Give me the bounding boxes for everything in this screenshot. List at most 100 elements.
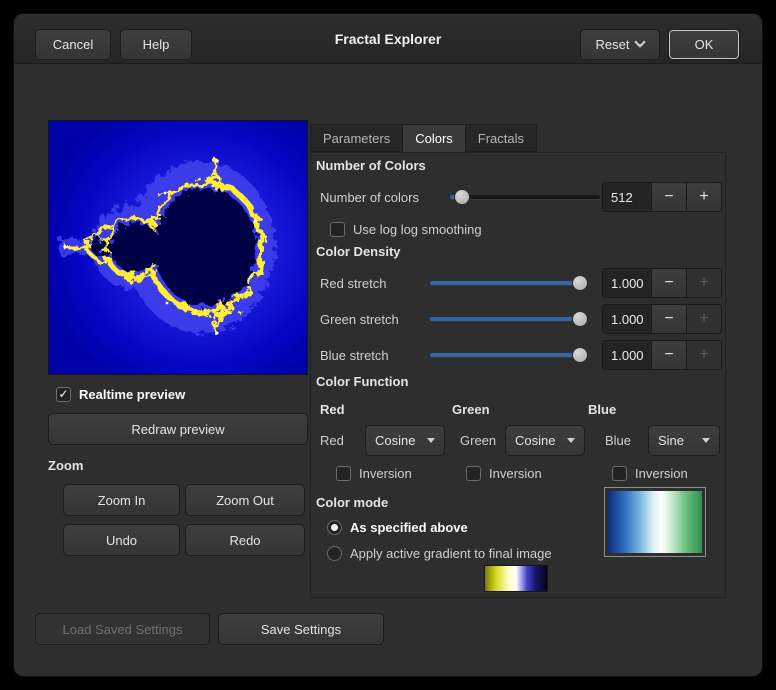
tab-parameters[interactable]: Parameters bbox=[310, 124, 403, 152]
load-saved-settings-button: Load Saved Settings bbox=[35, 613, 210, 645]
redo-button[interactable]: Redo bbox=[185, 524, 305, 556]
tab-bar: Parameters Colors Fractals bbox=[310, 124, 536, 152]
zoom-section-heading: Zoom bbox=[48, 458, 83, 473]
checkbox-icon: ✓ bbox=[466, 466, 481, 481]
gradient-preview-frame bbox=[604, 487, 706, 557]
color-mode-heading: Color mode bbox=[316, 495, 388, 510]
cancel-button-label: Cancel bbox=[53, 37, 93, 52]
zoom-out-button[interactable]: Zoom Out bbox=[185, 484, 305, 516]
number-of-colors-label: Number of colors bbox=[320, 182, 419, 212]
tab-fractals-label: Fractals bbox=[478, 131, 524, 146]
as-specified-radio[interactable]: As specified above bbox=[327, 518, 468, 536]
red-inversion-checkbox[interactable]: ✓ Inversion bbox=[336, 464, 412, 482]
tab-fractals[interactable]: Fractals bbox=[465, 124, 537, 152]
blue-inversion-label: Inversion bbox=[635, 466, 688, 481]
log-smoothing-checkbox[interactable]: ✓ Use log log smoothing bbox=[330, 220, 482, 238]
green-stretch-spinner: 1.000 − + bbox=[602, 304, 722, 334]
radio-icon bbox=[327, 520, 342, 535]
help-button[interactable]: Help bbox=[120, 29, 192, 60]
redraw-preview-label: Redraw preview bbox=[131, 422, 224, 437]
tab-parameters-label: Parameters bbox=[323, 131, 390, 146]
green-inversion-checkbox[interactable]: ✓ Inversion bbox=[466, 464, 542, 482]
number-of-colors-slider[interactable] bbox=[450, 182, 600, 212]
green-stretch-slider[interactable] bbox=[430, 304, 588, 334]
red-function-value: Cosine bbox=[375, 433, 415, 448]
undo-label: Undo bbox=[106, 533, 137, 548]
blue-stretch-label: Blue stretch bbox=[320, 340, 389, 370]
red-stretch-label: Red stretch bbox=[320, 268, 386, 298]
number-of-colors-value[interactable]: 512 bbox=[602, 182, 652, 212]
apply-gradient-radio[interactable]: Apply active gradient to final image bbox=[327, 544, 552, 562]
titlebar[interactable]: Fractal Explorer Cancel Help Reset OK bbox=[14, 14, 762, 64]
minus-button[interactable]: − bbox=[651, 268, 687, 298]
slider-track[interactable] bbox=[450, 195, 600, 199]
save-settings-label: Save Settings bbox=[261, 622, 341, 637]
tab-colors-label: Colors bbox=[415, 131, 453, 146]
zoom-in-label: Zoom In bbox=[98, 493, 146, 508]
radio-icon bbox=[327, 546, 342, 561]
red-column-header: Red bbox=[320, 402, 345, 417]
plus-button: + bbox=[686, 268, 722, 298]
red-inversion-label: Inversion bbox=[359, 466, 412, 481]
log-smoothing-label: Use log log smoothing bbox=[353, 222, 482, 237]
checkbox-icon: ✓ bbox=[336, 466, 351, 481]
reset-button[interactable]: Reset bbox=[580, 29, 660, 60]
undo-button[interactable]: Undo bbox=[63, 524, 180, 556]
slider-fill bbox=[430, 317, 580, 321]
green-function-dropdown[interactable]: Cosine bbox=[505, 425, 585, 456]
realtime-preview-checkbox[interactable]: ✓ Realtime preview bbox=[56, 385, 185, 403]
realtime-preview-label: Realtime preview bbox=[79, 387, 185, 402]
dropdown-arrow-icon bbox=[427, 438, 435, 443]
green-stretch-label: Green stretch bbox=[320, 304, 399, 334]
active-gradient-swatch[interactable] bbox=[484, 565, 548, 592]
green-column-header: Green bbox=[452, 402, 490, 417]
cancel-button[interactable]: Cancel bbox=[35, 29, 111, 60]
checkbox-icon: ✓ bbox=[330, 222, 345, 237]
minus-button[interactable]: − bbox=[651, 304, 687, 334]
ok-button-label: OK bbox=[695, 37, 714, 52]
slider-handle[interactable] bbox=[572, 311, 588, 327]
fractal-explorer-dialog: Fractal Explorer Cancel Help Reset OK bbox=[14, 14, 762, 676]
green-function-label: Green bbox=[460, 425, 496, 455]
slider-handle[interactable] bbox=[572, 275, 588, 291]
blue-function-dropdown[interactable]: Sine bbox=[648, 425, 720, 456]
minus-button[interactable]: − bbox=[651, 182, 687, 212]
as-specified-label: As specified above bbox=[350, 520, 468, 535]
ok-button[interactable]: OK bbox=[668, 29, 740, 60]
minus-button[interactable]: − bbox=[651, 340, 687, 370]
green-inversion-label: Inversion bbox=[489, 466, 542, 481]
blue-stretch-spinner: 1.000 − + bbox=[602, 340, 722, 370]
save-settings-button[interactable]: Save Settings bbox=[218, 613, 384, 645]
dropdown-arrow-icon bbox=[567, 438, 575, 443]
plus-button[interactable]: + bbox=[686, 182, 722, 212]
plus-button: + bbox=[686, 340, 722, 370]
slider-handle[interactable] bbox=[572, 347, 588, 363]
slider-handle[interactable] bbox=[454, 189, 470, 205]
reset-button-label: Reset bbox=[596, 37, 630, 52]
color-function-heading: Color Function bbox=[316, 374, 408, 389]
plus-button: + bbox=[686, 304, 722, 334]
green-function-value: Cosine bbox=[515, 433, 555, 448]
dropdown-arrow-icon bbox=[702, 438, 710, 443]
number-of-colors-spinner: 512 − + bbox=[602, 182, 722, 212]
green-stretch-value[interactable]: 1.000 bbox=[602, 304, 652, 334]
red-stretch-slider[interactable] bbox=[430, 268, 588, 298]
blue-stretch-slider[interactable] bbox=[430, 340, 588, 370]
load-saved-settings-label: Load Saved Settings bbox=[63, 622, 183, 637]
blue-stretch-value[interactable]: 1.000 bbox=[602, 340, 652, 370]
blue-inversion-checkbox[interactable]: ✓ Inversion bbox=[612, 464, 688, 482]
color-mapping-preview bbox=[608, 491, 702, 553]
red-function-dropdown[interactable]: Cosine bbox=[365, 425, 445, 456]
zoom-in-button[interactable]: Zoom In bbox=[63, 484, 180, 516]
red-stretch-value[interactable]: 1.000 bbox=[602, 268, 652, 298]
tab-colors[interactable]: Colors bbox=[402, 124, 466, 153]
apply-gradient-label: Apply active gradient to final image bbox=[350, 546, 552, 561]
zoom-out-label: Zoom Out bbox=[216, 493, 274, 508]
slider-fill bbox=[430, 353, 580, 357]
fractal-preview[interactable] bbox=[48, 120, 308, 375]
redo-label: Redo bbox=[229, 533, 260, 548]
red-stretch-spinner: 1.000 − + bbox=[602, 268, 722, 298]
blue-function-label: Blue bbox=[605, 425, 631, 455]
redraw-preview-button[interactable]: Redraw preview bbox=[48, 413, 308, 445]
red-function-label: Red bbox=[320, 425, 344, 455]
